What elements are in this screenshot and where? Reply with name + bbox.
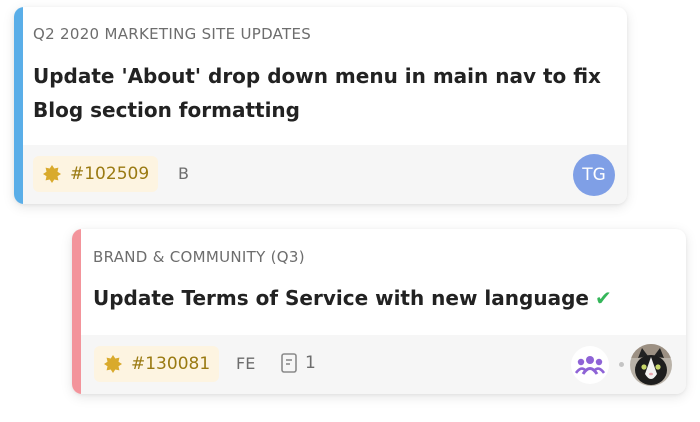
card-footer: #130081 FE 1 [81,335,686,394]
task-card[interactable]: BRAND & COMMUNITY (Q3) Update Terms of S… [72,229,686,394]
task-title-text: Update Terms of Service with new languag… [93,286,589,310]
ticket-badge[interactable]: #102509 [33,156,159,192]
document-icon [281,353,297,373]
task-title-line: Update 'About' drop down menu in main na… [33,64,601,88]
separator-dot [619,362,624,367]
tag-label[interactable]: FE [236,354,255,373]
team-icon [575,356,605,375]
task-title[interactable]: Update 'About' drop down menu in main na… [33,59,601,127]
badge-icon [43,165,61,183]
assignee-avatar[interactable] [630,344,672,386]
checkmark-icon: ✔ [594,286,612,310]
ticket-badge[interactable]: #130081 [94,346,220,382]
ticket-number: #102509 [70,164,150,184]
tag-label[interactable]: B [178,164,189,183]
card-footer: #102509 B TG [23,145,627,204]
task-card[interactable]: Q2 2020 MARKETING SITE UPDATES Update 'A… [14,7,627,204]
project-name: BRAND & COMMUNITY (Q3) [93,248,305,266]
cat-photo-icon [630,344,672,386]
card-accent-bar [14,7,23,204]
project-name: Q2 2020 MARKETING SITE UPDATES [33,25,312,43]
document-count-value: 1 [305,353,316,373]
task-title-line: Blog section formatting [33,98,300,122]
team-avatar[interactable] [571,346,609,384]
card-accent-bar [72,229,81,394]
task-title[interactable]: Update Terms of Service with new languag… [93,281,612,315]
badge-icon [104,355,122,373]
document-count[interactable]: 1 [281,353,316,373]
ticket-number: #130081 [131,354,211,374]
assignee-avatar[interactable]: TG [573,154,615,196]
